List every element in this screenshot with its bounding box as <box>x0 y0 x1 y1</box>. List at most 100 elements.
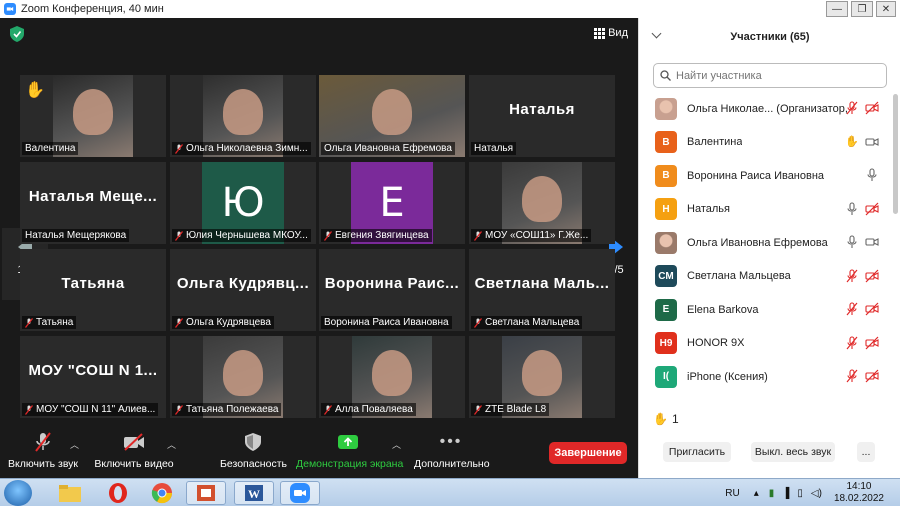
mic-muted-icon <box>474 230 482 241</box>
start-video-button[interactable]: Включить видео <box>94 430 174 470</box>
start-button[interactable] <box>4 480 32 506</box>
participant-row[interactable]: СМ Светлана Мальцева <box>639 260 891 294</box>
chrome-taskbar-button[interactable] <box>142 481 182 505</box>
participant-tile[interactable]: Татьяна Полежаева <box>170 336 316 418</box>
tile-name: Татьяна <box>36 317 74 328</box>
camera-off-icon <box>865 202 879 215</box>
tile-name: ZTE Blade L8 <box>485 404 547 415</box>
participant-row[interactable]: В Воронина Раиса Ивановна <box>639 159 891 193</box>
participant-tile[interactable]: МОУ «СОШ11» Г.Же... <box>469 162 615 244</box>
meeting-toolbar: Включить звук ︿ Включить видео ︿ Безопас… <box>0 426 638 478</box>
tray-app-icon[interactable]: ▮ <box>769 488 775 499</box>
mic-muted-icon <box>25 317 33 328</box>
powerpoint-taskbar-button[interactable] <box>186 481 226 505</box>
word-taskbar-button[interactable]: W <box>234 481 274 505</box>
encryption-shield-icon[interactable] <box>10 26 24 42</box>
audio-options-caret[interactable]: ︿ <box>70 438 79 451</box>
tile-name-label: Воронина Раиса Ивановна <box>321 316 452 329</box>
chrome-icon <box>151 483 173 504</box>
person-silhouette <box>522 350 562 396</box>
camera-off-icon <box>865 369 879 383</box>
tile-name: Ольга Николаевна Зимн... <box>186 143 308 154</box>
participant-tile[interactable]: Ольга Кудрявц... Ольга Кудрявцева <box>170 249 316 331</box>
tile-name-label: Ольга Ивановна Ефремова <box>321 142 455 155</box>
participant-name: Ольга Ивановна Ефремова <box>687 236 828 249</box>
participant-tile[interactable]: Ольга Ивановна Ефремова <box>319 75 465 157</box>
participant-tile[interactable]: Наталья Меще... Наталья Мещерякова <box>20 162 166 244</box>
language-indicator[interactable]: RU <box>725 488 739 499</box>
participants-header: Участники (65) <box>639 18 900 56</box>
more-button[interactable]: ••• Дополнительно <box>414 430 490 470</box>
search-input[interactable] <box>676 69 876 82</box>
security-button[interactable]: Безопасность <box>220 430 287 470</box>
volume-icon[interactable]: ◁) <box>811 488 822 499</box>
view-label: Вид <box>608 27 628 39</box>
tile-display-name: МОУ "СОШ N 1... <box>28 362 158 379</box>
participant-tile[interactable]: Ю Юлия Чернышева МКОУ... <box>170 162 316 244</box>
share-screen-button[interactable]: Демонстрация экрана <box>296 430 404 470</box>
zoom-taskbar-button[interactable] <box>280 481 320 505</box>
participants-scrollbar[interactable] <box>893 94 898 214</box>
tile-name: Евгения Звягинцева <box>335 230 429 241</box>
participant-name: Воронина Раиса Ивановна <box>687 169 825 182</box>
close-button[interactable]: ✕ <box>876 1 896 17</box>
participant-row[interactable]: Ольга Николае... (Организатор, я) <box>639 92 891 126</box>
participant-row[interactable]: Н Наталья <box>639 193 891 227</box>
share-screen-label: Демонстрация экрана <box>296 458 404 470</box>
participant-name: Elena Barkova <box>687 303 759 316</box>
participant-tile[interactable]: Ольга Николаевна Зимн... <box>170 75 316 157</box>
participant-tile[interactable]: Алла Поваляева <box>319 336 465 418</box>
more-dots-icon: ••• <box>439 433 463 450</box>
participant-tile[interactable]: Татьяна Татьяна <box>20 249 166 331</box>
participant-tile[interactable]: Воронина Раис... Воронина Раиса Ивановна <box>319 249 465 331</box>
mic-muted-icon <box>175 317 183 328</box>
participant-name: iPhone (Ксения) <box>687 370 768 383</box>
participant-tile[interactable]: Наталья Наталья <box>469 75 615 157</box>
windows-taskbar: W RU ▴ ▮ ▐ ▯ ◁) 14:10 18.02.2022 <box>0 478 900 506</box>
tray-arrow-icon[interactable]: ▴ <box>754 488 759 499</box>
participant-row[interactable]: E Elena Barkova <box>639 293 891 327</box>
mute-all-button[interactable]: Выкл. весь звук <box>751 442 835 462</box>
participant-search[interactable] <box>653 63 887 88</box>
participant-row[interactable]: H9 HONOR 9X <box>639 327 891 361</box>
gallery-view-icon <box>594 27 606 39</box>
tile-name-label: Наталья <box>471 142 517 155</box>
zoom-icon <box>290 483 310 503</box>
explorer-taskbar-button[interactable] <box>50 481 90 505</box>
zoom-app-icon <box>4 3 16 15</box>
participant-name: Ольга Николае... (Организатор, я) <box>687 102 847 115</box>
clock[interactable]: 14:10 18.02.2022 <box>834 481 884 505</box>
camera-off-icon <box>865 269 879 282</box>
tile-name: Татьяна Полежаева <box>186 404 279 415</box>
minimize-button[interactable]: — <box>826 1 848 17</box>
tile-name-label: Алла Поваляева <box>321 403 416 416</box>
participants-panel: Участники (65) Ольга Николае... (Организ… <box>638 18 900 478</box>
opera-taskbar-button[interactable] <box>98 481 138 505</box>
participant-row[interactable]: I( iPhone (Ксения) <box>639 360 891 394</box>
maximize-button[interactable]: ❐ <box>851 1 873 17</box>
avatar: I( <box>655 365 677 388</box>
chevron-down-icon[interactable] <box>651 28 662 39</box>
view-button[interactable]: Вид <box>594 27 628 39</box>
video-options-caret[interactable]: ︿ <box>167 438 176 451</box>
participant-name: Светлана Мальцева <box>687 270 791 283</box>
battery-icon[interactable]: ▯ <box>797 488 803 499</box>
participant-tile[interactable]: Светлана Маль... Светлана Мальцева <box>469 249 615 331</box>
share-options-caret[interactable]: ︿ <box>392 438 401 451</box>
invite-button[interactable]: Пригласить <box>663 442 731 462</box>
camera-off-icon <box>865 302 879 316</box>
opera-icon <box>109 483 127 503</box>
mic-muted-icon <box>846 268 858 282</box>
unmute-button[interactable]: Включить звук <box>8 430 78 470</box>
camera-off-icon <box>865 101 879 115</box>
network-icon[interactable]: ▐ <box>782 488 789 499</box>
participant-tile[interactable]: Е Евгения Звягинцева <box>319 162 465 244</box>
more-options-button[interactable]: ... <box>857 442 875 462</box>
participant-row[interactable]: В Валентина ✋ <box>639 126 891 160</box>
participant-tile[interactable]: ✋ Валентина <box>20 75 166 157</box>
participant-row[interactable]: Ольга Ивановна Ефремова <box>639 226 891 260</box>
participant-tile[interactable]: ZTE Blade L8 <box>469 336 615 418</box>
tile-display-name: Татьяна <box>61 275 125 292</box>
end-meeting-button[interactable]: Завершение <box>549 442 627 464</box>
participant-tile[interactable]: МОУ "СОШ N 1... МОУ "СОШ N 11" Алиев... <box>20 336 166 418</box>
